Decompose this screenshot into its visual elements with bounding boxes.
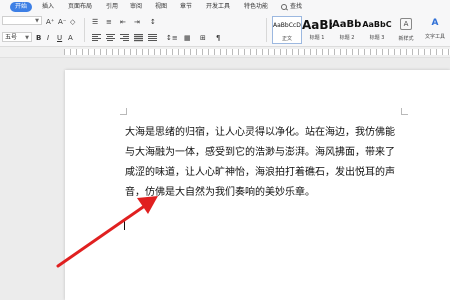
clear-format-icon[interactable]: ◇ xyxy=(70,18,75,26)
distributed-icon[interactable] xyxy=(148,34,157,42)
margin-corner-mark xyxy=(401,108,408,115)
margin-corner-mark xyxy=(120,108,127,115)
style-heading-2[interactable]: AaBb( 标题 2 xyxy=(332,16,362,44)
borders-icon[interactable]: ⊞ xyxy=(200,34,206,42)
italic-icon[interactable]: I xyxy=(47,34,49,42)
new-style-button[interactable]: A 新样式 xyxy=(394,16,418,44)
style-label: 标题 3 xyxy=(369,35,385,41)
divider xyxy=(266,18,267,42)
tab-home[interactable]: 开始 xyxy=(10,2,33,12)
sort-icon[interactable]: ↕ xyxy=(150,18,156,26)
chevron-down-icon: ▼ xyxy=(35,18,39,24)
chevron-down-icon: ▼ xyxy=(25,35,29,41)
style-gallery: AaBbCcDd 正文 AaBb 标题 1 AaBb( 标题 2 AaBbC 标… xyxy=(272,16,392,44)
search-label[interactable]: 查找 xyxy=(290,3,302,11)
align-justify-icon[interactable] xyxy=(134,34,143,42)
shrink-font-icon[interactable]: A⁻ xyxy=(58,18,66,26)
document-canvas: 大海是思绪的归宿，让人心灵得以净化。站在海边，我仿佛能与大海融为一体，感受到它的… xyxy=(0,58,450,300)
document-page[interactable]: 大海是思绪的归宿，让人心灵得以净化。站在海边，我仿佛能与大海融为一体，感受到它的… xyxy=(65,70,450,300)
tab-review[interactable]: 审阅 xyxy=(130,3,142,11)
style-label: 正文 xyxy=(281,36,292,42)
outdent-icon[interactable]: ⇤ xyxy=(120,18,126,26)
text-tool-label: 文字工具 xyxy=(424,34,445,40)
tab-special-features[interactable]: 特色功能 xyxy=(244,3,268,11)
show-marks-icon[interactable]: ¶ xyxy=(216,34,220,42)
style-heading-1[interactable]: AaBb 标题 1 xyxy=(302,16,332,44)
font-size-select[interactable]: 五号 ▼ xyxy=(2,32,32,42)
style-normal[interactable]: AaBbCcDd 正文 xyxy=(272,16,302,44)
text-cursor xyxy=(124,220,125,230)
style-preview: AaBbCcDd xyxy=(273,22,301,29)
font-color-icon[interactable]: A xyxy=(68,34,73,42)
search-icon[interactable] xyxy=(281,4,287,10)
tab-chapter[interactable]: 章节 xyxy=(180,3,192,11)
font-size-value: 五号 xyxy=(5,34,18,41)
shading-icon[interactable]: ▦ xyxy=(184,34,191,42)
indent-icon[interactable]: ⇥ xyxy=(134,18,140,26)
tab-page-layout[interactable]: 页面布局 xyxy=(68,3,92,11)
text-tool-button[interactable]: A 文字工具 xyxy=(420,16,450,44)
style-preview: AaBb( xyxy=(332,19,362,30)
new-style-label: 新样式 xyxy=(398,36,414,42)
style-heading-3[interactable]: AaBbC 标题 3 xyxy=(362,16,392,44)
style-label: 标题 1 xyxy=(309,35,325,41)
style-preview: AaBb xyxy=(302,18,332,32)
tab-view[interactable]: 视图 xyxy=(155,3,167,11)
underline-icon[interactable]: U xyxy=(57,34,62,42)
font-name-select[interactable]: ▼ xyxy=(2,16,42,25)
bullets-icon[interactable]: ☰ xyxy=(92,18,98,26)
style-preview: AaBbC xyxy=(362,20,392,29)
tab-references[interactable]: 引用 xyxy=(106,3,118,11)
align-center-icon[interactable] xyxy=(106,34,115,42)
tab-insert[interactable]: 插入 xyxy=(42,3,54,11)
align-right-icon[interactable] xyxy=(120,34,129,42)
ribbon-toolbar: ▼ 五号 ▼ A⁺ A⁻ ◇ B I U A ☰ ≡ ⇤ ⇥ ↕ ↕≡ ▦ ⊞ … xyxy=(0,14,450,47)
tab-developer[interactable]: 开发工具 xyxy=(206,3,230,11)
divider xyxy=(84,18,85,42)
grow-font-icon[interactable]: A⁺ xyxy=(46,18,54,26)
menu-bar: 开始 插入 页面布局 引用 审阅 视图 章节 开发工具 特色功能 查找 xyxy=(0,0,450,14)
new-style-icon: A xyxy=(400,18,412,30)
numbering-icon[interactable]: ≡ xyxy=(106,18,112,26)
text-tool-icon: A xyxy=(431,18,439,28)
line-spacing-icon[interactable]: ↕≡ xyxy=(166,34,178,42)
horizontal-ruler[interactable] xyxy=(0,47,450,58)
document-paragraph[interactable]: 大海是思绪的归宿，让人心灵得以净化。站在海边，我仿佛能与大海融为一体，感受到它的… xyxy=(125,123,403,203)
bold-icon[interactable]: B xyxy=(36,34,41,42)
style-label: 标题 2 xyxy=(339,35,355,41)
align-left-icon[interactable] xyxy=(92,34,101,42)
ruler-ticks xyxy=(64,49,450,55)
